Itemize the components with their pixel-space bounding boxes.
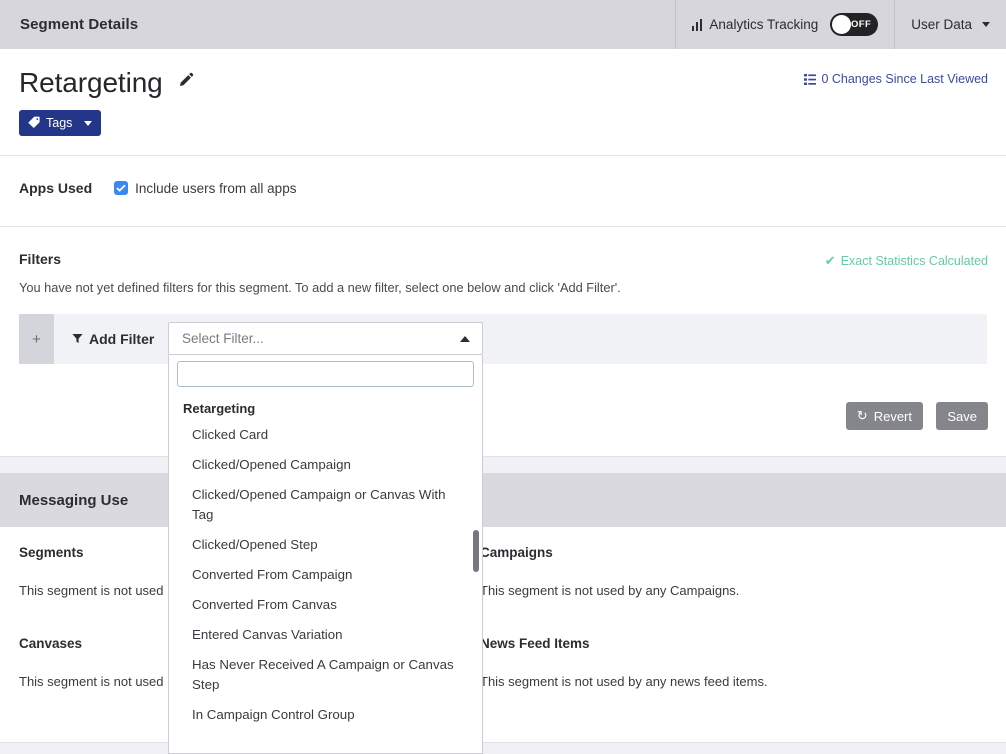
- filter-option[interactable]: Entered Canvas Variation: [169, 620, 482, 650]
- list-icon: [804, 74, 816, 85]
- funnel-icon: [72, 331, 83, 347]
- apps-used-row: Apps Used Include users from all apps: [19, 180, 296, 196]
- user-data-label: User Data: [911, 17, 972, 32]
- filters-heading: Filters: [19, 251, 61, 267]
- page-root: Segment Details Analytics Tracking OFF U…: [0, 0, 1006, 754]
- filter-option-list: Retargeting Clicked Card Clicked/Opened …: [169, 392, 482, 730]
- filter-option[interactable]: Converted From Canvas: [169, 590, 482, 620]
- toggle-knob: [832, 15, 851, 34]
- changes-since-last-viewed-link[interactable]: 0 Changes Since Last Viewed: [804, 72, 988, 86]
- caret-down-icon: [84, 121, 92, 126]
- filter-option[interactable]: Converted From Campaign: [169, 560, 482, 590]
- tags-button-label: Tags: [46, 116, 72, 130]
- add-filter-plus-button[interactable]: +: [19, 314, 54, 364]
- news-feed-items-empty-text: This segment is not used by any news fee…: [480, 674, 980, 689]
- divider-apps: [0, 226, 1006, 227]
- exact-statistics-status: ✔ Exact Statistics Calculated: [825, 253, 988, 269]
- page-title: Retargeting: [19, 67, 163, 99]
- add-filter-label[interactable]: Add Filter: [54, 314, 170, 364]
- exact-statistics-label: Exact Statistics Calculated: [841, 254, 988, 268]
- caret-up-icon: [460, 336, 470, 342]
- toggle-state-label: OFF: [851, 19, 871, 30]
- divider-top: [0, 155, 1006, 156]
- filter-option[interactable]: Clicked Card: [169, 420, 482, 450]
- filter-group-header: Retargeting: [169, 397, 482, 420]
- filter-search-wrap: [169, 355, 482, 392]
- analytics-tracking-control[interactable]: Analytics Tracking OFF: [675, 0, 894, 49]
- add-filter-text: Add Filter: [89, 331, 154, 347]
- filter-option[interactable]: Has Never Received A Campaign or Canvas …: [169, 650, 482, 700]
- filter-search-input[interactable]: [177, 361, 474, 387]
- analytics-tracking-toggle[interactable]: OFF: [830, 13, 878, 36]
- apps-used-label: Apps Used: [19, 180, 92, 196]
- dropdown-scrollbar-thumb[interactable]: [473, 530, 479, 572]
- page-header-title: Segment Details: [0, 16, 138, 33]
- save-button-label: Save: [947, 409, 977, 424]
- top-bar: Segment Details Analytics Tracking OFF U…: [0, 0, 1006, 49]
- revert-button-label: Revert: [874, 409, 912, 424]
- tags-button[interactable]: Tags: [19, 110, 101, 136]
- filter-option[interactable]: Clicked/Opened Campaign or Canvas With T…: [169, 480, 482, 530]
- messaging-use-title: Messaging Use: [0, 492, 128, 509]
- filter-select-placeholder: Select Filter...: [169, 331, 460, 346]
- changes-link-label: 0 Changes Since Last Viewed: [821, 72, 988, 86]
- save-button[interactable]: Save: [936, 402, 988, 430]
- action-row: ↻ Revert Save: [0, 390, 1006, 455]
- add-filter-band: + Add Filter: [19, 314, 987, 364]
- include-all-apps-label: Include users from all apps: [135, 181, 296, 196]
- bar-chart-icon: [692, 19, 703, 31]
- messaging-use-right-column: Campaigns This segment is not used by an…: [480, 545, 980, 727]
- messaging-use-band: Messaging Use: [0, 473, 1006, 527]
- pencil-icon[interactable]: [177, 72, 194, 94]
- undo-icon: ↻: [857, 408, 868, 424]
- chevron-down-icon: [982, 22, 990, 27]
- check-icon: ✔: [825, 253, 836, 269]
- filters-description: You have not yet defined filters for thi…: [19, 280, 621, 295]
- campaigns-empty-text: This segment is not used by any Campaign…: [480, 583, 980, 598]
- top-bar-right-group: Analytics Tracking OFF User Data: [675, 0, 1006, 49]
- include-all-apps-checkbox[interactable]: [114, 181, 128, 195]
- section-spacer-band: [0, 456, 1006, 473]
- tag-icon: [28, 116, 40, 131]
- filter-select[interactable]: Select Filter...: [168, 322, 483, 355]
- filter-option[interactable]: In Campaign Control Group: [169, 700, 482, 730]
- bottom-band: [0, 742, 1006, 754]
- user-data-menu[interactable]: User Data: [894, 0, 1006, 49]
- news-feed-items-heading: News Feed Items: [480, 636, 980, 651]
- campaigns-heading: Campaigns: [480, 545, 980, 560]
- filter-dropdown-panel: Retargeting Clicked Card Clicked/Opened …: [168, 355, 483, 754]
- filter-option[interactable]: Clicked/Opened Campaign: [169, 450, 482, 480]
- filter-option[interactable]: Clicked/Opened Step: [169, 530, 482, 560]
- analytics-tracking-label: Analytics Tracking: [709, 17, 818, 32]
- revert-button[interactable]: ↻ Revert: [846, 402, 923, 430]
